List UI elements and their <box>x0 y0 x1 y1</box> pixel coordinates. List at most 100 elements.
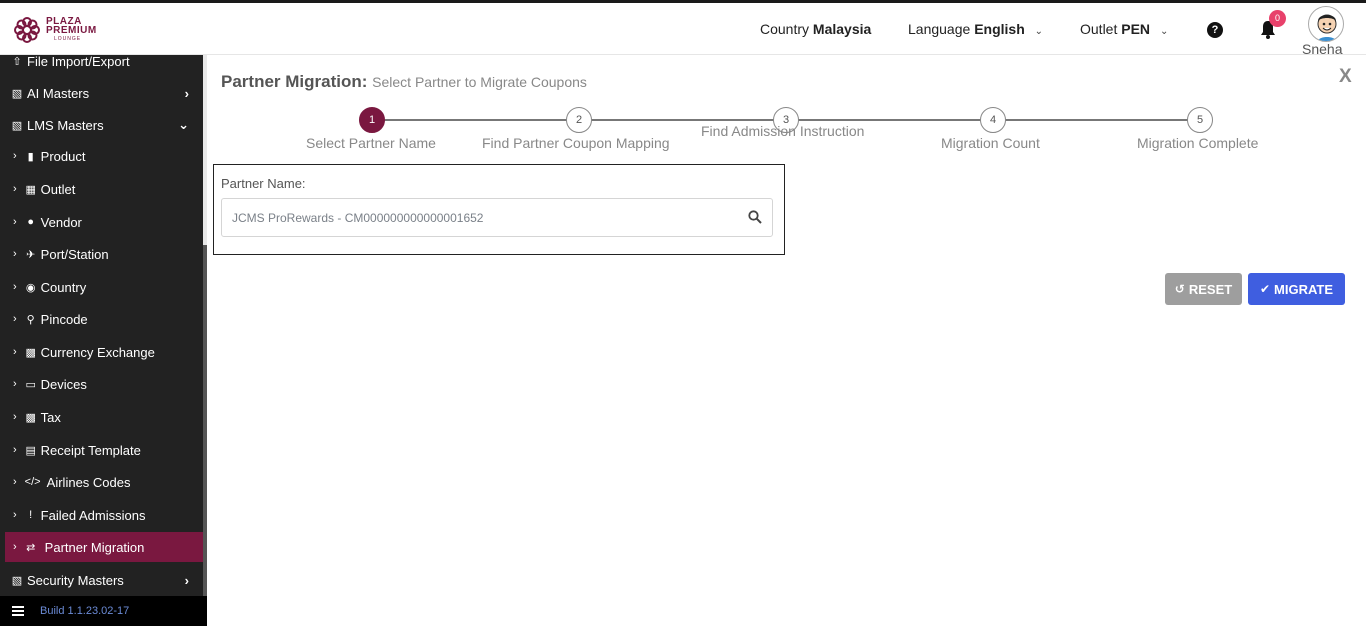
partner-name-input[interactable]: JCMS ProRewards - CM000000000000001652 <box>221 198 773 237</box>
page-subtitle: Select Partner to Migrate Coupons <box>372 74 587 90</box>
check-icon: ✔ <box>1259 282 1271 296</box>
migrate-button[interactable]: ✔ MIGRATE <box>1248 273 1345 305</box>
country-selector[interactable]: Country Malaysia <box>760 21 871 37</box>
chevron-right-icon: › <box>13 248 17 260</box>
menu-icon[interactable] <box>12 604 24 618</box>
chevron-right-icon: › <box>13 313 17 325</box>
sidebar-item-label: Failed Admissions <box>40 507 146 523</box>
chevron-down-icon: ⌄ <box>178 117 189 132</box>
sidebar-item-ai-masters[interactable]: ▧ AI Masters › <box>0 78 203 108</box>
sidebar-item-port-station[interactable]: › ✈ Port/Station <box>0 239 203 269</box>
country-label: Country <box>760 21 810 37</box>
upload-icon: ⇧ <box>12 55 22 68</box>
chevron-down-icon: ⌄ <box>1159 26 1169 37</box>
close-button[interactable]: X <box>1339 66 1352 88</box>
sidebar-item-label: Tax <box>40 409 61 425</box>
partner-name-panel: Partner Name: JCMS ProRewards - CM000000… <box>213 164 785 255</box>
avatar[interactable] <box>1308 6 1344 42</box>
migrate-button-label: MIGRATE <box>1274 281 1334 297</box>
country-value: Malaysia <box>812 21 872 37</box>
user-icon: ● <box>27 216 34 228</box>
logo-mark-icon <box>14 17 40 43</box>
sidebar-item-pincode[interactable]: › ⚲ Pincode <box>0 304 203 334</box>
building-icon: ▦ <box>25 183 36 196</box>
sitemap-icon: ▧ <box>11 87 23 100</box>
sidebar-item-label: Port/Station <box>40 246 109 262</box>
sidebar-item-product[interactable]: › ▮ Product <box>0 141 203 171</box>
chevron-right-icon: › <box>13 183 17 195</box>
step-4-circle: 4 <box>980 107 1006 133</box>
sidebar-item-outlet[interactable]: › ▦ Outlet <box>0 174 203 204</box>
step-4-label: Migration Count <box>941 135 1040 151</box>
chevron-right-icon: › <box>184 572 189 588</box>
username[interactable]: Sneha <box>1302 41 1342 57</box>
money-icon: ▩ <box>25 346 36 359</box>
chevron-right-icon: › <box>13 346 17 358</box>
sidebar-item-label: File Import/Export <box>27 53 130 69</box>
sidebar-item-label: Currency Exchange <box>40 344 155 360</box>
chevron-right-icon: › <box>13 281 17 293</box>
sidebar-item-label: Product <box>40 148 86 164</box>
sidebar-item-currency-exchange[interactable]: › ▩ Currency Exchange <box>0 337 203 367</box>
step-5-label: Migration Complete <box>1137 135 1259 151</box>
chevron-right-icon: › <box>13 541 17 553</box>
language-selector[interactable]: Language English ⌄ <box>908 21 1043 37</box>
sitemap-icon: ▧ <box>11 119 23 132</box>
sidebar-scrollbar-thumb[interactable] <box>203 245 207 596</box>
page-title: Partner Migration: Select Partner to Mig… <box>221 72 587 92</box>
sidebar-item-label: Security Masters <box>27 572 124 588</box>
exclamation-icon: ! <box>29 509 33 521</box>
sidebar-item-label: Receipt Template <box>40 442 141 458</box>
step-5-circle: 5 <box>1187 107 1213 133</box>
sidebar-item-file-import-export[interactable]: ⇧ File Import/Export <box>0 46 203 76</box>
sidebar-item-label: AI Masters <box>27 85 90 101</box>
history-icon: ↺ <box>1174 282 1185 296</box>
sidebar-item-receipt-template[interactable]: › ▤ Receipt Template <box>0 435 203 465</box>
help-icon[interactable]: ? <box>1207 22 1223 38</box>
step-2-label: Find Partner Coupon Mapping <box>482 135 670 151</box>
sidebar-item-vendor[interactable]: › ● Vendor <box>0 207 203 237</box>
map-marker-icon: ⚲ <box>26 313 35 326</box>
reset-button-label: RESET <box>1188 281 1233 297</box>
chevron-right-icon: › <box>13 444 17 456</box>
sidebar-item-tax[interactable]: › ▩ Tax <box>0 402 203 432</box>
avatar-face-icon <box>1317 14 1337 41</box>
sidebar-item-label: Vendor <box>40 214 82 230</box>
sidebar: ⇧ File Import/Export ▧ AI Masters › ▧ LM… <box>0 54 207 626</box>
header: PLAZA PREMIUM LOUNGE Country Malaysia La… <box>0 3 1366 57</box>
sidebar-item-failed-admissions[interactable]: › ! Failed Admissions <box>0 500 203 530</box>
sidebar-item-country[interactable]: › ◉ Country <box>0 272 203 302</box>
sidebar-item-lms-masters[interactable]: ▧ LMS Masters ⌄ <box>0 110 203 140</box>
globe-icon: ◉ <box>25 281 36 294</box>
step-3-label: Find Admission Instruction <box>701 123 865 139</box>
outlet-selector[interactable]: Outlet PEN ⌄ <box>1080 21 1168 37</box>
step-1-circle: 1 <box>359 107 385 133</box>
step-2-circle: 2 <box>566 107 592 133</box>
chevron-down-icon: ⌄ <box>1034 26 1044 37</box>
code-icon: </> <box>24 476 41 488</box>
reset-button[interactable]: ↺ RESET <box>1165 273 1242 305</box>
gift-icon: ▮ <box>27 150 34 163</box>
sitemap-icon: ▧ <box>11 574 23 587</box>
partner-name-label: Partner Name: <box>221 176 306 191</box>
logo[interactable]: PLAZA PREMIUM LOUNGE <box>12 13 97 47</box>
chevron-right-icon: › <box>184 85 189 101</box>
exchange-icon: ⇄ <box>26 541 36 554</box>
sidebar-item-airlines-codes[interactable]: › </> Airlines Codes <box>0 467 203 497</box>
step-1-label: Select Partner Name <box>306 135 436 151</box>
chevron-right-icon: › <box>13 216 17 228</box>
page-title-main: Partner Migration: <box>221 72 368 91</box>
sidebar-item-devices[interactable]: › ▭ Devices <box>0 369 203 399</box>
sidebar-item-label: Pincode <box>40 311 88 327</box>
sidebar-item-security-masters[interactable]: ▧ Security Masters › <box>0 565 203 595</box>
sidebar-footer: Build 1.1.23.02-17 <box>0 596 207 626</box>
chevron-right-icon: › <box>13 411 17 423</box>
sidebar-item-label: Airlines Codes <box>46 474 131 490</box>
language-label: Language <box>908 21 971 37</box>
notification-badge: 0 <box>1269 10 1286 27</box>
search-icon[interactable] <box>748 210 762 224</box>
chevron-right-icon: › <box>13 509 17 521</box>
outlet-label: Outlet <box>1080 21 1118 37</box>
sidebar-item-label: Outlet <box>40 181 76 197</box>
sidebar-item-partner-migration[interactable]: › ⇄ Partner Migration <box>5 532 203 562</box>
